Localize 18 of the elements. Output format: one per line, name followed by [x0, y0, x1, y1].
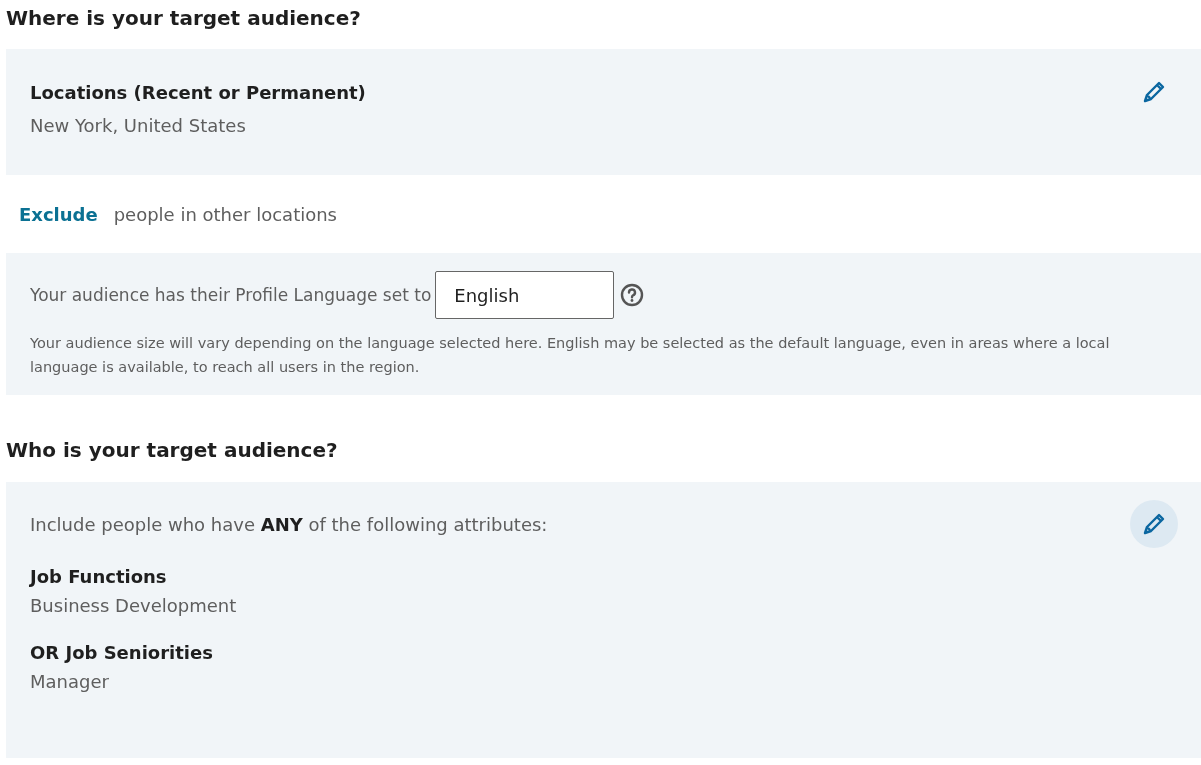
- section-heading: Who is your target audience?: [6, 437, 339, 464]
- attribute-value: Manager: [30, 671, 110, 692]
- language-prompt: Your audience has their Profile Language set to: [30, 285, 432, 305]
- exclude-text: people in other locations: [113, 203, 337, 225]
- language-field[interactable]: English: [435, 271, 615, 319]
- exclude-link[interactable]: Exclude: [19, 203, 98, 225]
- field-label: Locations (Recent or Permanent): [30, 81, 366, 103]
- attribute-value: Business Development: [30, 595, 238, 616]
- section-heading: Where is your target audience?: [6, 5, 362, 32]
- attribute-label: Job Functions: [30, 566, 168, 587]
- attribute-label: OR Job Seniorities: [30, 642, 214, 663]
- include-text: Include people who have ANY of the following attributes:: [30, 513, 548, 535]
- location-value: New York, United States: [30, 115, 247, 136]
- edit-button[interactable]: [1130, 500, 1178, 548]
- pencil-icon: [1142, 512, 1166, 536]
- language-note: Your audience size will vary depending on the language selected here. English may be selected as the default language, even in areas where a local language is available, to reach all users in the region.: [30, 334, 1111, 377]
- pencil-icon: [1142, 80, 1166, 104]
- help-icon[interactable]: [620, 283, 645, 307]
